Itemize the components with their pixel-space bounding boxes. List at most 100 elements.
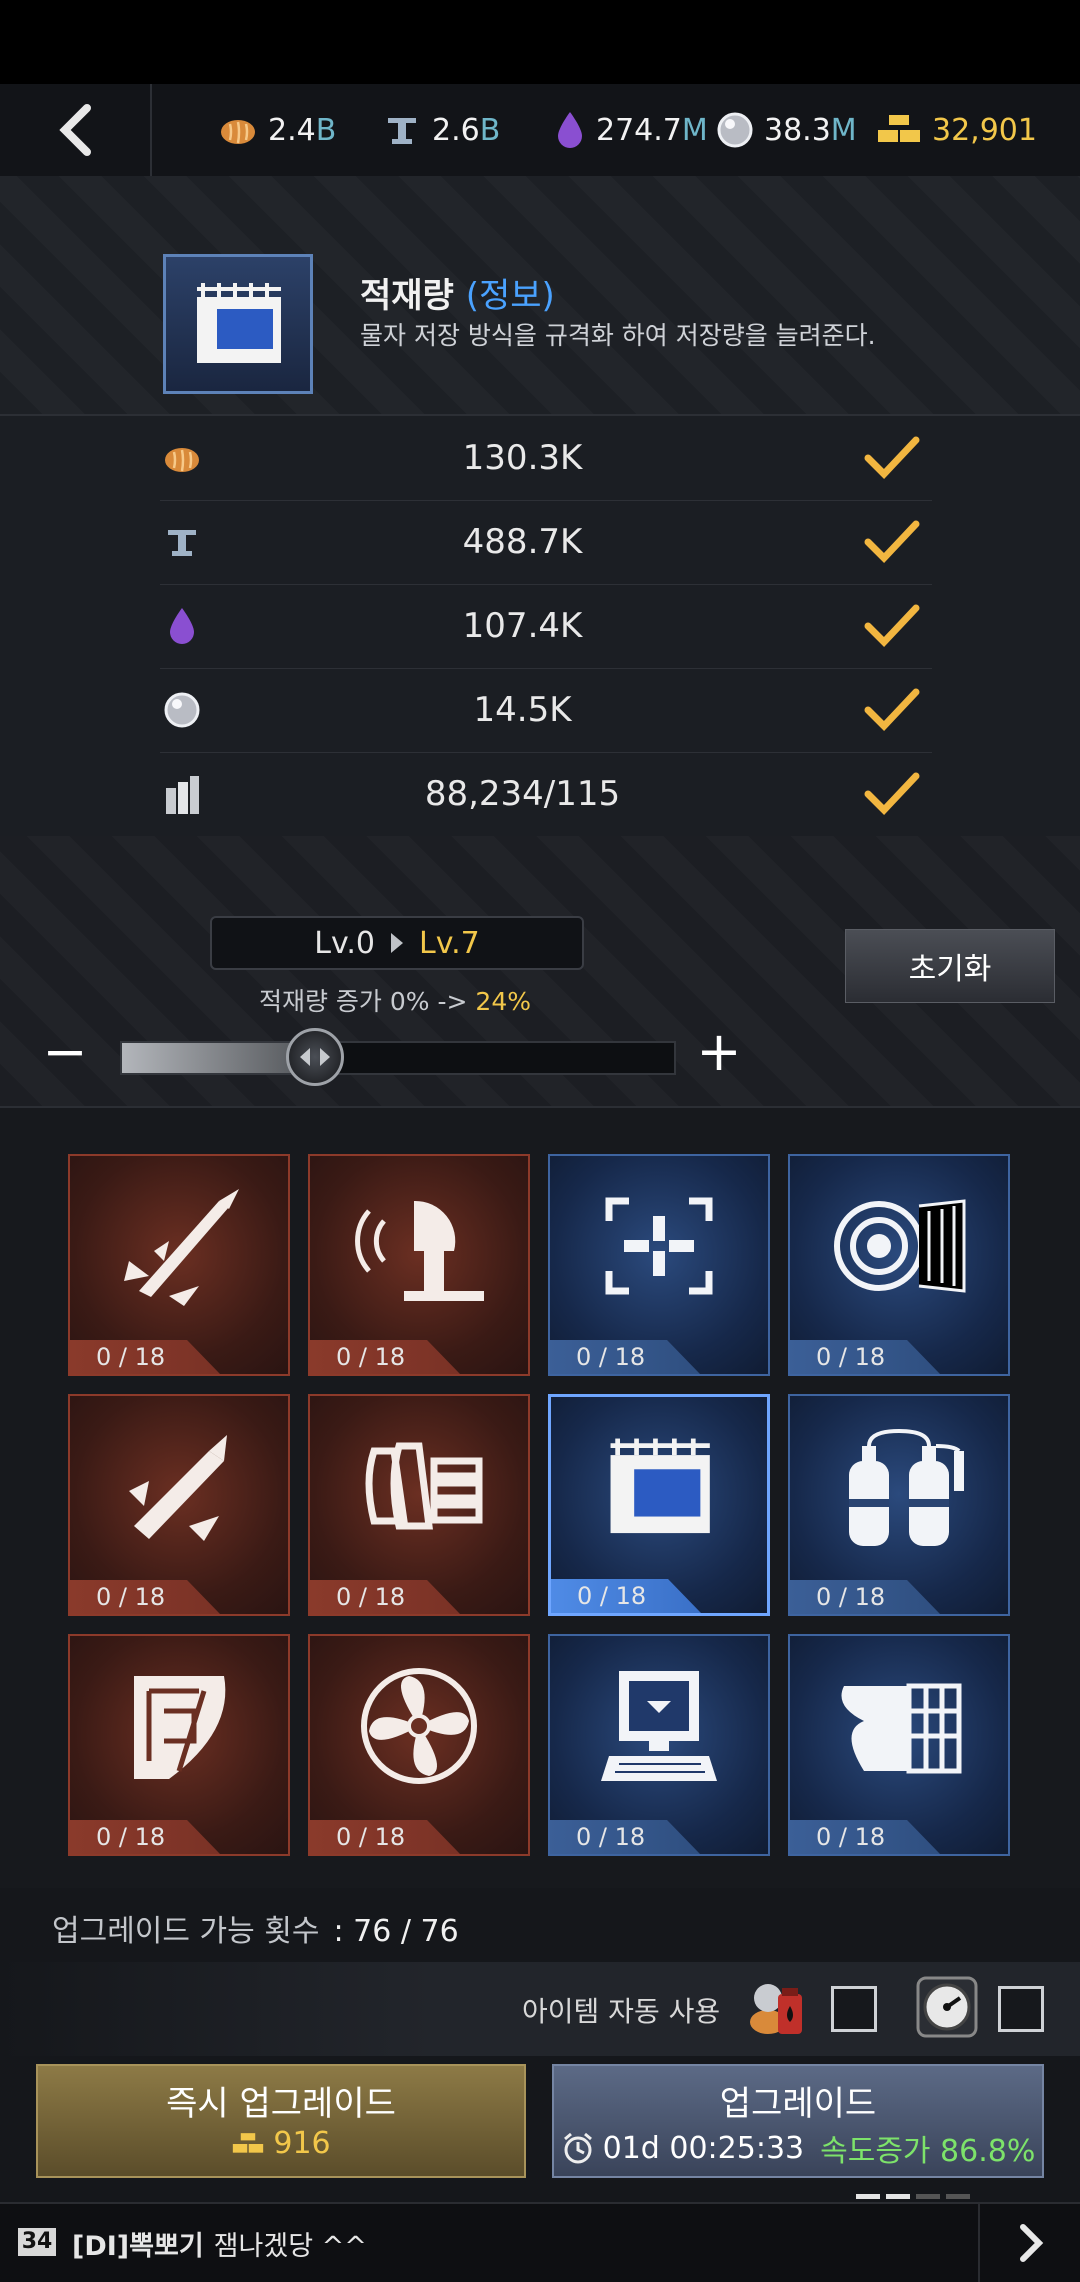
slider-thumb[interactable] (286, 1028, 344, 1086)
jet-engine-icon (834, 1199, 966, 1293)
tile-armor-plates[interactable]: 0 / 18 (308, 1394, 530, 1616)
upgrade-duration: 01d 00:25:33 (602, 2130, 805, 2166)
crystal-amount: 38.3 (764, 112, 831, 148)
tile-torpedo[interactable]: 0 / 18 (68, 1394, 290, 1616)
resource-bundle-icon (750, 1984, 802, 2034)
tile-hull-plan[interactable]: 0 / 18 (68, 1634, 290, 1856)
chevron-left-icon (59, 104, 91, 156)
food-unit: B (315, 112, 337, 148)
instant-upgrade-cost: 916 (38, 2126, 524, 2161)
tile-level: 0 / 18 (790, 1340, 940, 1374)
requirement-row: 130.3K (160, 416, 932, 501)
auto-resource-checkbox[interactable] (831, 1986, 877, 2032)
effect-caption: 적재량 증가 0% -> 24% (210, 982, 580, 1018)
cargo-bay-icon (610, 1438, 710, 1534)
requirement-value: 107.4K (462, 606, 583, 646)
requirement-row: 107.4K (160, 584, 932, 669)
back-button[interactable] (0, 84, 152, 176)
tile-level: 0 / 18 (790, 1820, 940, 1854)
crystal-resource[interactable]: 38.3 M (716, 84, 857, 176)
instant-cost-value: 916 (273, 2126, 331, 2161)
oil-unit: M (681, 112, 708, 148)
tile-level: 0 / 18 (70, 1340, 220, 1374)
skill-icon (163, 254, 313, 394)
upgrade-button[interactable]: 업그레이드 01d 00:25:33 속도증가 86.8% (552, 2064, 1044, 2178)
radar-dish-icon (355, 1200, 484, 1301)
tile-gas-tanks[interactable]: 0 / 18 (788, 1394, 1010, 1616)
food-amount: 2.4 (268, 112, 316, 148)
computer-icon (601, 1671, 717, 1781)
crystal-unit: M (830, 112, 857, 148)
check-icon (864, 604, 920, 648)
chevron-right-icon (1020, 2224, 1044, 2262)
requirement-value: 88,234/115 (424, 774, 621, 814)
resource-bar: 2.4 B 2.6 B 274.7 M 38.3 M 32,901 (0, 84, 1080, 178)
check-icon (864, 772, 920, 816)
gas-tanks-icon (849, 1428, 964, 1546)
skill-description: 물자 저장 방식을 규격화 하여 저장량을 늘려준다. (360, 321, 876, 350)
page-indicator (856, 2194, 970, 2199)
level-slider[interactable] (120, 1028, 676, 1086)
upgrade-count-value: : 76 / 76 (333, 1914, 459, 1949)
crystal-orb-icon (717, 112, 753, 148)
tile-level: 0 / 18 (550, 1820, 700, 1854)
hull-plan-icon (134, 1676, 226, 1779)
tile-cargo-capacity[interactable]: 0 / 18 (548, 1394, 770, 1616)
propeller-icon (361, 1668, 477, 1784)
reset-button[interactable]: 초기화 (845, 929, 1055, 1003)
auto-speedup-checkbox[interactable] (998, 1986, 1044, 2032)
requirement-row: 488.7K (160, 500, 932, 585)
tile-engine[interactable]: 0 / 18 (788, 1154, 1010, 1376)
chat-message: [DI]뽁뽀기 잼나겠당 ^^ (72, 2224, 367, 2263)
gold-resource[interactable]: 32,901 (876, 84, 1037, 176)
cargo-bay-icon (197, 283, 281, 363)
skill-tree-grid: 0 / 18 0 / 18 0 / 18 0 / 18 0 / 18 0 / 1… (0, 1106, 1080, 1888)
skill-header: 적재량 (정보) 물자 저장 방식을 규격화 하여 저장량을 늘려준다. (0, 176, 1080, 414)
bread-icon (221, 120, 255, 144)
decrease-button[interactable]: − (40, 1025, 90, 1079)
tile-level: 0 / 18 (790, 1580, 940, 1614)
gold-bars-icon (233, 2132, 264, 2153)
chat-open-button[interactable] (978, 2204, 1080, 2282)
instant-upgrade-button[interactable]: 즉시 업그레이드 916 (36, 2064, 526, 2178)
tile-level: 0 / 18 (550, 1340, 700, 1374)
requirements-list: 130.3K 488.7K 107.4K 14.5K 88,234/115 (0, 414, 1080, 838)
skill-title: 적재량 (정보) (360, 268, 555, 317)
tile-computer[interactable]: 0 / 18 (548, 1634, 770, 1856)
requirement-value: 488.7K (462, 522, 583, 562)
tile-level: 0 / 18 (310, 1340, 460, 1374)
steel-amount: 2.6 (432, 112, 480, 148)
skill-title-text: 적재량 (360, 276, 454, 316)
tile-missile-strike[interactable]: 0 / 18 (68, 1154, 290, 1376)
instant-upgrade-label: 즉시 업그레이드 (166, 2084, 396, 2124)
effect-caption-prefix: 적재량 증가 0% -> (258, 987, 468, 1016)
status-bar (0, 0, 1080, 84)
tile-hull-grid[interactable]: 0 / 18 (788, 1634, 1010, 1856)
upgrade-count-label: 업그레이드 가능 횟수 (52, 1914, 320, 1949)
info-link[interactable]: (정보) (466, 276, 555, 316)
check-icon (864, 688, 920, 732)
increase-button[interactable]: + (694, 1025, 744, 1079)
auto-use-bar: 아이템 자동 사용 (0, 1962, 1080, 2056)
level-to: Lv.7 (419, 925, 480, 961)
speed-bonus: 속도증가 86.8% (820, 2134, 1036, 2169)
food-resource[interactable]: 2.4 B (218, 84, 336, 176)
gold-bars-icon (878, 115, 920, 142)
steel-resource[interactable]: 2.6 B (382, 84, 500, 176)
upgrade-time: 01d 00:25:33 속도증가 86.8% (554, 2126, 1042, 2170)
requirement-row: 14.5K (160, 668, 932, 753)
speedup-gauge-icon (916, 1976, 978, 2038)
chat-bar[interactable]: 34 [DI]뽁뽀기 잼나겠당 ^^ (0, 2194, 1080, 2282)
tile-radar[interactable]: 0 / 18 (308, 1154, 530, 1376)
gold-amount: 32,901 (932, 112, 1037, 148)
chat-body: 잼나겠당 ^^ (213, 2231, 367, 2262)
requirement-row: 88,234/115 (160, 752, 932, 836)
oil-resource[interactable]: 274.7 M (554, 84, 708, 176)
tile-propeller[interactable]: 0 / 18 (308, 1634, 530, 1856)
slider-arrows-icon (300, 1048, 330, 1066)
chat-vip-level: 34 (18, 2228, 56, 2256)
armor-plates-icon (365, 1442, 483, 1530)
tile-targeting[interactable]: 0 / 18 (548, 1154, 770, 1376)
torpedo-icon (129, 1435, 227, 1541)
triangle-right-icon (391, 933, 403, 953)
